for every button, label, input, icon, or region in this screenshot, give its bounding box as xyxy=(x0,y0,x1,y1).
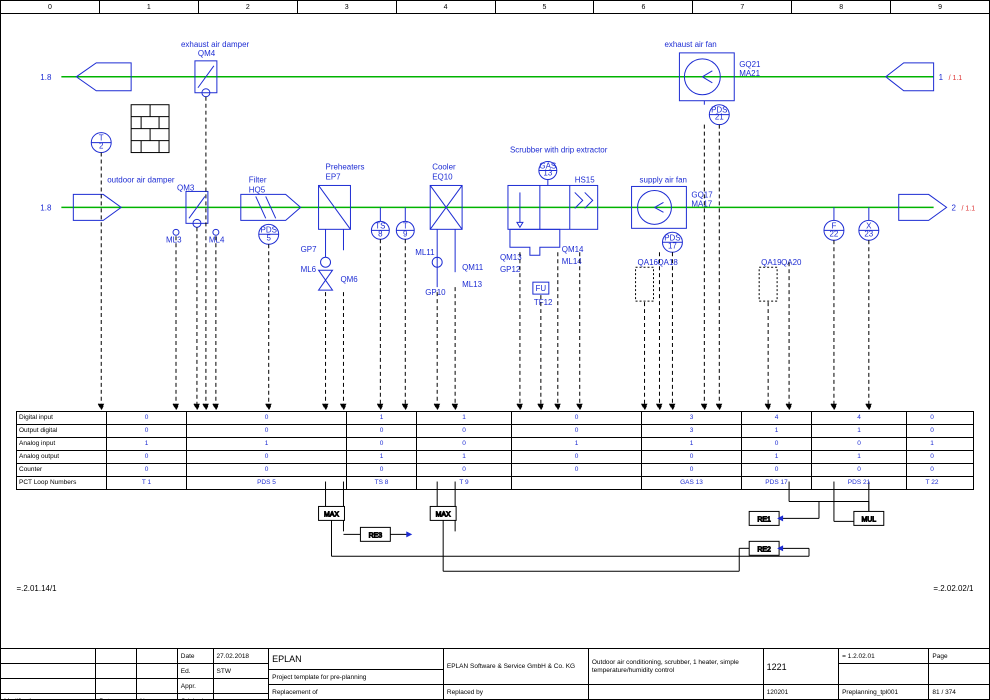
cooler-tag: EQ10 xyxy=(432,172,453,181)
signal-table: Digital input001103440 Output digital000… xyxy=(16,411,974,490)
tb-company: EPLAN xyxy=(269,649,443,670)
filter-tag: HQ5 xyxy=(249,185,266,194)
wire-label: 1.8 xyxy=(40,203,52,212)
svg-text:13: 13 xyxy=(543,168,552,177)
outdoor-damper-tag: QM3 xyxy=(177,183,195,192)
svg-text:QA16: QA16 xyxy=(638,258,659,267)
svg-text:QM14: QM14 xyxy=(562,245,584,254)
svg-text:QA20: QA20 xyxy=(781,258,802,267)
svg-text:MAX: MAX xyxy=(436,511,451,518)
ruler-cell: 2 xyxy=(199,1,298,13)
wire-label: 1.8 xyxy=(40,73,52,82)
tb-page: 81 / 374 xyxy=(929,685,989,699)
svg-text:MUL: MUL xyxy=(861,516,876,523)
scrubber-label: Scrubber with drip extractor xyxy=(510,146,608,155)
svg-text:QM11: QM11 xyxy=(462,263,484,272)
svg-text:8: 8 xyxy=(378,229,383,238)
sensor-t2: 2 xyxy=(99,142,104,151)
svg-text:ML3: ML3 xyxy=(166,235,182,244)
sensor-pds5: 5 xyxy=(266,233,271,242)
svg-text:QM6: QM6 xyxy=(340,275,358,284)
pump-icon xyxy=(321,257,331,267)
ruler-cell: 8 xyxy=(792,1,891,13)
wire-label: 1 xyxy=(939,73,944,82)
svg-text:MA17: MA17 xyxy=(691,199,712,208)
drawing-sheet: 0 1 2 3 4 5 6 7 8 9 1.8 1 / 1.1 exhaust … xyxy=(0,0,990,700)
ruler-cell: 6 xyxy=(594,1,693,13)
svg-text:17: 17 xyxy=(668,241,677,250)
svg-text:ML14: ML14 xyxy=(562,257,583,266)
filter-label: Filter xyxy=(249,175,267,184)
exhaust-damper-label: exhaust air damper xyxy=(181,40,250,49)
ruler-cell: 0 xyxy=(1,1,100,13)
ruler-cell: 3 xyxy=(298,1,397,13)
svg-text:QM13: QM13 xyxy=(500,253,522,262)
svg-text:ML6: ML6 xyxy=(301,265,317,274)
tb-owner: EPLAN Software & Service GmbH & Co. KG xyxy=(444,649,588,685)
crossref-left: =.2.01.14/1 xyxy=(17,584,58,593)
tb-struct: = 1.2.02.01 xyxy=(839,649,928,664)
ruler-cell: 9 xyxy=(891,1,989,13)
svg-text:FU: FU xyxy=(536,284,547,293)
svg-text:TF12: TF12 xyxy=(534,298,553,307)
ruler-cell: 1 xyxy=(100,1,199,13)
supply-fan-label: supply air fan xyxy=(640,175,687,184)
signal-descenders xyxy=(98,97,872,410)
exhaust-damper-tag: QM4 xyxy=(198,49,216,58)
ruler-cell: 4 xyxy=(397,1,496,13)
ruler-cell: 5 xyxy=(496,1,595,13)
scrubber-tag: HS15 xyxy=(575,175,596,184)
svg-text:QA19: QA19 xyxy=(761,258,782,267)
wire-suffix: / 1.1 xyxy=(949,75,963,82)
svg-text:ML11: ML11 xyxy=(415,248,435,257)
tb-page-label: Page xyxy=(929,649,989,664)
svg-text:23: 23 xyxy=(864,229,873,238)
svg-text:QA18: QA18 xyxy=(657,258,678,267)
svg-text:RE1: RE1 xyxy=(757,516,771,523)
schematic-svg: 1.8 1 / 1.1 exhaust air damper QM4 exhau… xyxy=(1,13,989,649)
cooler-label: Cooler xyxy=(432,163,456,172)
svg-text:GP10: GP10 xyxy=(425,288,446,297)
exhaust-fan-tag1: GQ21 xyxy=(739,60,761,69)
svg-text:GP12: GP12 xyxy=(500,265,521,274)
svg-text:9: 9 xyxy=(403,229,408,238)
valve-icon xyxy=(319,270,333,290)
control-logic: MAX MAX RE3 RE1 RE2 MUL xyxy=(319,482,884,572)
svg-text:MAX: MAX xyxy=(324,511,339,518)
sensor-pds21: 21 xyxy=(715,113,724,122)
wire-label: 2 xyxy=(952,203,957,212)
svg-text:RE2: RE2 xyxy=(757,546,771,553)
ruler-cell: 7 xyxy=(693,1,792,13)
tb-subtitle: Project template for pre-planning xyxy=(269,670,443,685)
svg-text:GP7: GP7 xyxy=(301,245,318,254)
preheaters-tag: EP7 xyxy=(326,172,342,181)
crossref-right: =.2.02.02/1 xyxy=(933,584,974,593)
svg-text:GQ17: GQ17 xyxy=(691,190,713,199)
exhaust-fan-tag2: MA21 xyxy=(739,69,760,78)
drawing-area: 1.8 1 / 1.1 exhaust air damper QM4 exhau… xyxy=(1,13,989,649)
footer-modification: Modification xyxy=(1,694,95,700)
outdoor-damper-label: outdoor air damper xyxy=(107,175,175,184)
preheaters-label: Preheaters xyxy=(326,163,365,172)
tb-date: 27.02.2018 xyxy=(214,649,269,664)
tb-docno: 1221 xyxy=(764,649,838,685)
svg-text:ML4: ML4 xyxy=(209,235,225,244)
title-block: Modification Date Name Date Ed. Appr. Or… xyxy=(1,648,989,699)
svg-text:22: 22 xyxy=(829,229,838,238)
wire-suffix: / 1.1 xyxy=(962,205,976,212)
wall-icon xyxy=(131,105,169,153)
svg-text:ML13: ML13 xyxy=(462,280,483,289)
tb-editor: STW xyxy=(214,664,269,679)
tb-description: Outdoor air conditioning, scrubber, 1 he… xyxy=(589,649,763,685)
exhaust-fan-label: exhaust air fan xyxy=(664,40,716,49)
svg-text:RE3: RE3 xyxy=(369,532,383,539)
